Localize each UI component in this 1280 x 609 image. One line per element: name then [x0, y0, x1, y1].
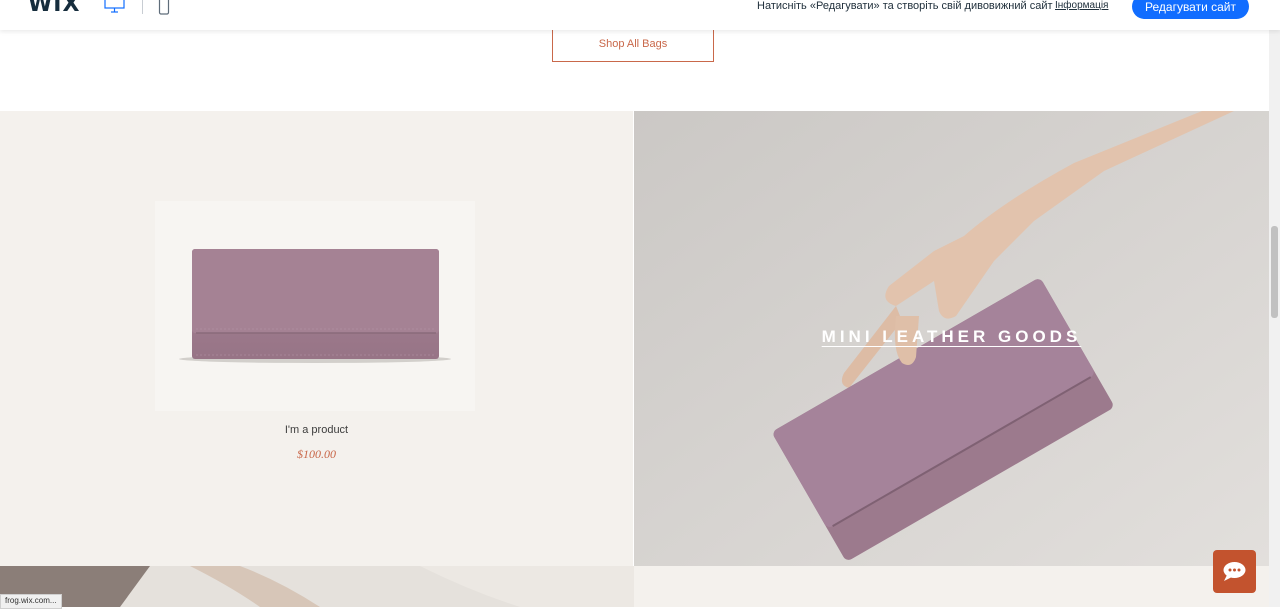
edit-site-button[interactable]: Редагувати сайт	[1132, 0, 1249, 19]
device-separator	[142, 0, 143, 14]
product-section: I'm a product $100.00	[0, 111, 633, 566]
chat-icon	[1223, 562, 1246, 581]
scrollbar-thumb[interactable]	[1271, 226, 1278, 318]
scrollbar-track[interactable]	[1269, 30, 1280, 607]
edit-notice: Натисніть «Редагувати» та створіть свій …	[757, 0, 1053, 12]
desktop-icon[interactable]	[104, 0, 126, 14]
hero-title[interactable]: MINI LEATHER GOODS	[634, 327, 1269, 347]
wix-logo: WIX	[28, 0, 81, 17]
mini-leather-goods-banner[interactable]: MINI LEATHER GOODS	[634, 111, 1269, 566]
product-image[interactable]	[155, 201, 475, 411]
mobile-icon[interactable]	[158, 0, 170, 16]
info-link[interactable]: Інформація	[1055, 0, 1108, 11]
chat-button[interactable]	[1213, 550, 1256, 593]
product-price: $100.00	[297, 447, 336, 461]
wix-preview-bar: WIX Натисніть «Редагувати» та створіть с…	[0, 0, 1280, 30]
wallet-image	[179, 249, 451, 363]
model-photo	[0, 566, 634, 607]
next-section-image	[0, 566, 634, 607]
product-name[interactable]: I'm a product	[0, 424, 633, 436]
next-section-panel	[634, 566, 1269, 607]
